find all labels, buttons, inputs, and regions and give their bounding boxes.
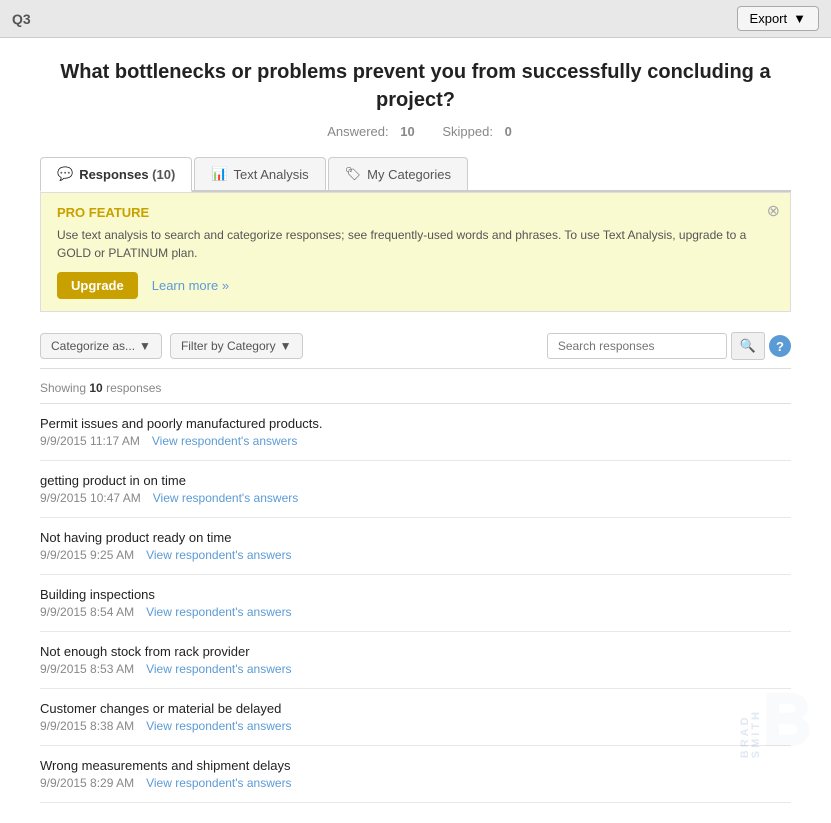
- response-meta: 9/9/2015 8:38 AM View respondent's answe…: [40, 719, 791, 733]
- text-analysis-tab-icon: 📊: [211, 166, 227, 182]
- response-date: 9/9/2015 8:53 AM: [40, 662, 134, 676]
- showing-count: Showing 10 responses: [40, 377, 791, 403]
- response-date: 9/9/2015 8:38 AM: [40, 719, 134, 733]
- view-respondent-link[interactable]: View respondent's answers: [146, 548, 291, 562]
- learn-more-link[interactable]: Learn more »: [152, 278, 229, 293]
- view-respondent-link[interactable]: View respondent's answers: [152, 434, 297, 448]
- upgrade-button[interactable]: Upgrade: [57, 272, 138, 299]
- view-respondent-link[interactable]: View respondent's answers: [146, 719, 291, 733]
- tab-responses[interactable]: 💬 Responses (10): [40, 157, 192, 192]
- main-content: What bottlenecks or problems prevent you…: [0, 38, 831, 823]
- response-meta: 9/9/2015 8:53 AM View respondent's answe…: [40, 662, 791, 676]
- view-respondent-link[interactable]: View respondent's answers: [146, 662, 291, 676]
- categorize-chevron-icon: ▼: [139, 339, 151, 353]
- help-button[interactable]: ?: [769, 335, 791, 357]
- pro-banner-title: PRO FEATURE: [57, 205, 774, 220]
- toolbar: Categorize as... ▼ Filter by Category ▼ …: [40, 324, 791, 369]
- response-list: Permit issues and poorly manufactured pr…: [40, 403, 791, 803]
- search-icon: 🔍: [740, 338, 756, 353]
- response-meta: 9/9/2015 9:25 AM View respondent's answe…: [40, 548, 791, 562]
- response-date: 9/9/2015 10:47 AM: [40, 491, 141, 505]
- search-button[interactable]: 🔍: [731, 332, 765, 360]
- response-item: Customer changes or material be delayed …: [40, 689, 791, 746]
- response-meta: 9/9/2015 8:54 AM View respondent's answe…: [40, 605, 791, 619]
- response-date: 9/9/2015 8:29 AM: [40, 776, 134, 790]
- response-date: 9/9/2015 11:17 AM: [40, 434, 140, 448]
- response-text: Customer changes or material be delayed: [40, 701, 791, 716]
- pro-feature-banner: PRO FEATURE Use text analysis to search …: [40, 192, 791, 312]
- question-number: Q3: [12, 11, 31, 27]
- response-item: Permit issues and poorly manufactured pr…: [40, 404, 791, 461]
- search-area: 🔍 ?: [547, 332, 791, 360]
- categorize-button[interactable]: Categorize as... ▼: [40, 333, 162, 359]
- stats-bar: Answered: 10 Skipped: 0: [40, 124, 791, 139]
- response-text: Wrong measurements and shipment delays: [40, 758, 791, 773]
- response-meta: 9/9/2015 10:47 AM View respondent's answ…: [40, 491, 791, 505]
- tab-my-categories[interactable]: 🏷 My Categories: [328, 157, 468, 190]
- close-banner-button[interactable]: ⊗: [767, 201, 780, 221]
- response-meta: 9/9/2015 11:17 AM View respondent's answ…: [40, 434, 791, 448]
- response-meta: 9/9/2015 8:29 AM View respondent's answe…: [40, 776, 791, 790]
- response-item: Wrong measurements and shipment delays 9…: [40, 746, 791, 803]
- pro-banner-actions: Upgrade Learn more »: [57, 272, 774, 299]
- help-icon: ?: [776, 339, 784, 354]
- response-item: Building inspections 9/9/2015 8:54 AM Vi…: [40, 575, 791, 632]
- pro-banner-text: Use text analysis to search and categori…: [57, 226, 774, 262]
- view-respondent-link[interactable]: View respondent's answers: [153, 491, 298, 505]
- response-text: Not having product ready on time: [40, 530, 791, 545]
- skipped-stat: Skipped: 0: [434, 124, 511, 139]
- response-item: getting product in on time 9/9/2015 10:4…: [40, 461, 791, 518]
- response-date: 9/9/2015 8:54 AM: [40, 605, 134, 619]
- export-button[interactable]: Export ▼: [737, 6, 819, 31]
- response-date: 9/9/2015 9:25 AM: [40, 548, 134, 562]
- response-text: Building inspections: [40, 587, 791, 602]
- response-text: Not enough stock from rack provider: [40, 644, 791, 659]
- response-item: Not enough stock from rack provider 9/9/…: [40, 632, 791, 689]
- search-input[interactable]: [547, 333, 727, 359]
- response-text: getting product in on time: [40, 473, 791, 488]
- view-respondent-link[interactable]: View respondent's answers: [146, 605, 291, 619]
- question-title: What bottlenecks or problems prevent you…: [40, 58, 791, 114]
- answered-stat: Answered: 10: [319, 124, 418, 139]
- response-text: Permit issues and poorly manufactured pr…: [40, 416, 791, 431]
- view-respondent-link[interactable]: View respondent's answers: [146, 776, 291, 790]
- responses-tab-icon: 💬: [57, 166, 73, 182]
- top-bar: Q3 Export ▼: [0, 0, 831, 38]
- tab-text-analysis[interactable]: 📊 Text Analysis: [194, 157, 325, 190]
- filter-button[interactable]: Filter by Category ▼: [170, 333, 303, 359]
- filter-chevron-icon: ▼: [280, 339, 292, 353]
- my-categories-tab-icon: 🏷: [345, 166, 362, 182]
- response-item: Not having product ready on time 9/9/201…: [40, 518, 791, 575]
- tabs-bar: 💬 Responses (10) 📊 Text Analysis 🏷 My Ca…: [40, 157, 791, 192]
